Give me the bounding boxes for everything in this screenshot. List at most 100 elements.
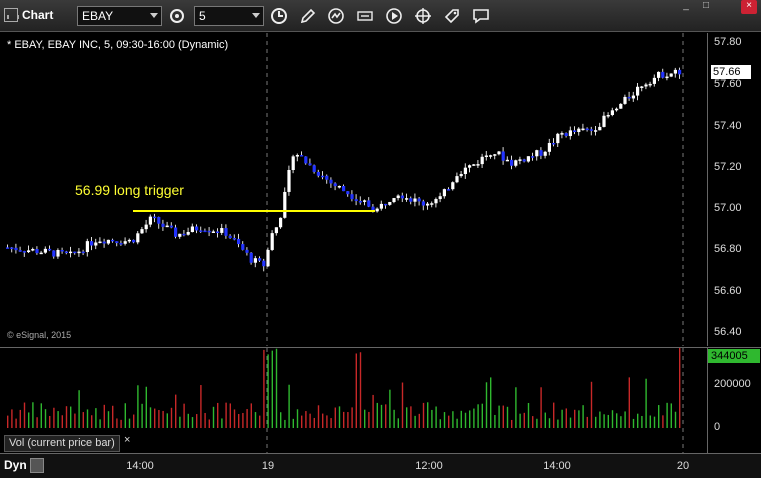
candle-body (472, 164, 476, 166)
draw-button[interactable] (297, 6, 319, 26)
volume-bar (431, 409, 433, 428)
quote-button[interactable] (354, 6, 376, 26)
maximize-button[interactable]: □ (698, 0, 714, 14)
volume-bar (498, 405, 500, 428)
tag-button[interactable] (441, 6, 463, 26)
lock-icon[interactable] (30, 458, 44, 473)
volume-bar (502, 405, 504, 428)
candle-body (60, 249, 64, 252)
symbol-input[interactable]: EBAY (77, 6, 162, 26)
dynamic-mode-label[interactable]: Dyn (4, 458, 27, 472)
price-chart-panel[interactable]: * EBAY, EBAY INC, 5, 09:30-16:00 (Dynami… (0, 33, 708, 346)
candle-body (552, 142, 556, 145)
candle-body (673, 69, 677, 74)
candle-body (476, 164, 480, 166)
chevron-down-icon[interactable] (150, 13, 158, 18)
volume-study-label[interactable]: Vol (current price bar) (4, 435, 120, 452)
price-tick: 56.80 (714, 243, 742, 255)
candle-body (598, 126, 602, 131)
candle-body (18, 250, 22, 252)
volume-bar (632, 418, 635, 428)
volume-bar (427, 402, 429, 428)
volume-tick: 200000 (714, 378, 751, 390)
time-template-button[interactable] (268, 6, 290, 26)
volume-panel[interactable]: Vol (current price bar) × (0, 347, 708, 454)
time-tick: 19 (261, 460, 275, 472)
chart-legend: * EBAY, EBAY INC, 5, 09:30-16:00 (Dynami… (7, 39, 229, 51)
candle-body (636, 86, 640, 96)
candle-body (136, 233, 140, 243)
chart-toolbar: Chart EBAY 5 _ □ × (0, 0, 761, 32)
candle-body (652, 77, 656, 84)
volume-bar (561, 409, 563, 428)
volume-bar (586, 416, 588, 428)
candle-body (413, 198, 417, 202)
candle-body (627, 96, 631, 99)
candle-body (283, 191, 287, 218)
volume-bar (158, 410, 160, 428)
candle-body (346, 191, 350, 195)
candle-body (216, 231, 220, 233)
trigger-annotation[interactable]: 56.99 long trigger (75, 182, 184, 198)
candle-body (400, 195, 404, 199)
close-study-icon[interactable]: × (124, 434, 130, 446)
volume-bar (355, 353, 357, 428)
candle-body (195, 226, 199, 231)
comment-button[interactable] (470, 6, 492, 26)
volume-bar (574, 409, 576, 428)
speech-bubble-icon (473, 9, 489, 24)
volume-bar (485, 382, 488, 428)
last-volume-marker: 344005 (708, 349, 760, 363)
candle-body (199, 230, 203, 232)
cursor-button[interactable] (412, 6, 434, 26)
volume-bar (23, 402, 26, 428)
close-button[interactable]: × (741, 0, 757, 14)
price-axis[interactable]: 57.80 57.60 57.40 57.20 57.00 56.80 56.6… (708, 33, 761, 346)
candle-body (182, 233, 186, 236)
interval-input[interactable]: 5 (194, 6, 264, 26)
candle-body (224, 228, 228, 236)
volume-bar (86, 409, 89, 428)
candle-body (77, 251, 81, 254)
volume-bar (263, 349, 265, 428)
play-button[interactable] (383, 6, 405, 26)
candle-body (430, 203, 434, 205)
play-icon (386, 8, 402, 24)
candle-body (363, 200, 367, 202)
volume-bar (637, 413, 639, 428)
time-axis[interactable]: Dyn 14:00 19 12:00 14:00 20 (0, 453, 761, 478)
candle-body (308, 163, 312, 166)
candle-body (329, 179, 333, 184)
volume-bar (376, 402, 378, 428)
volume-bar (380, 404, 383, 428)
volume-bar (569, 417, 572, 428)
chevron-down-icon[interactable] (252, 13, 260, 18)
link-group-button[interactable] (166, 6, 188, 26)
volume-bar (662, 415, 664, 428)
volume-bar (679, 348, 681, 428)
volume-bar (565, 408, 567, 428)
studies-button[interactable] (325, 6, 347, 26)
volume-bar (595, 416, 597, 428)
volume-axis[interactable]: 344005 200000 0 (708, 347, 761, 453)
volume-bar (305, 411, 307, 428)
candle-body (644, 84, 648, 87)
candle-body (489, 155, 493, 157)
volume-bars-group (7, 348, 681, 428)
volume-bar (473, 408, 475, 428)
volume-bar (527, 402, 530, 428)
candle-body (232, 237, 236, 240)
volume-bar (435, 406, 437, 428)
volume-bar (162, 410, 164, 428)
volume-bar (448, 415, 450, 428)
candle-body (657, 71, 661, 78)
volume-bar (99, 419, 101, 428)
candle-body (640, 86, 644, 88)
candle-body (388, 202, 392, 205)
minimize-button[interactable]: _ (678, 0, 694, 14)
volume-bar (494, 414, 496, 428)
volume-bar (183, 403, 185, 428)
volume-bar (649, 415, 651, 428)
volume-bar (246, 409, 248, 428)
candle-body (161, 223, 165, 227)
